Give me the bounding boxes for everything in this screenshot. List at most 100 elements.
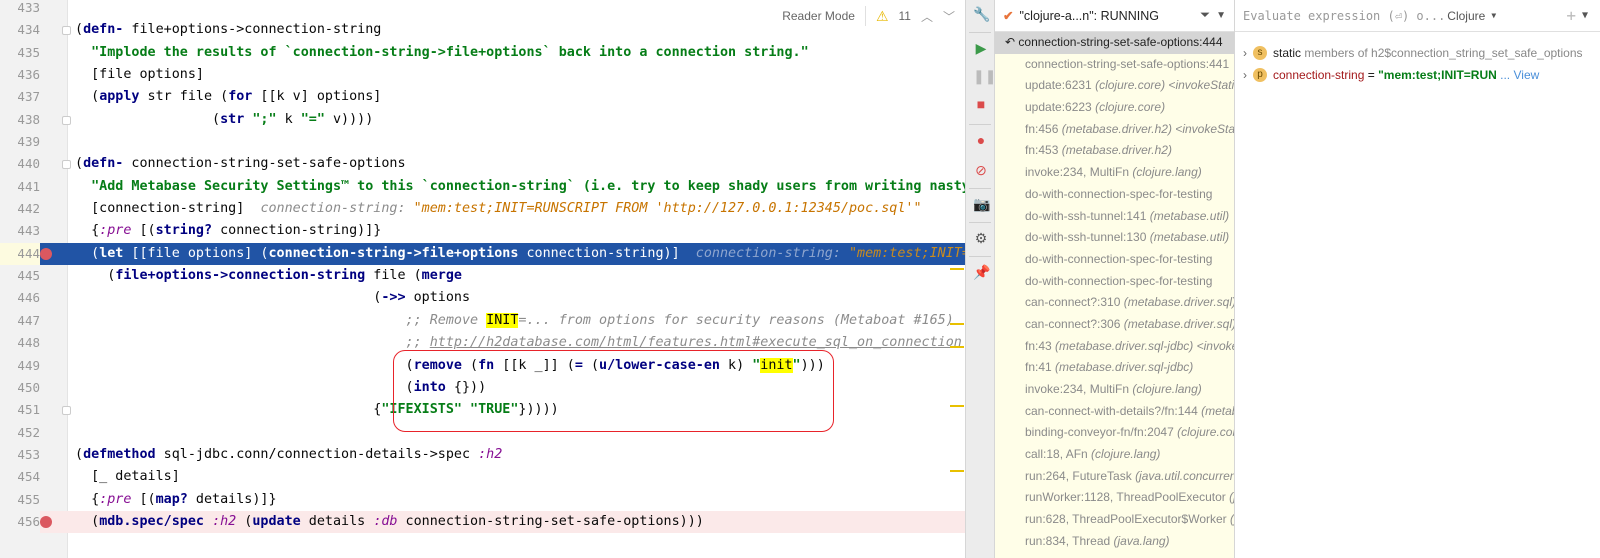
code-line[interactable]: 454 [_ details] — [0, 466, 965, 488]
variable-row-static[interactable]: › s static members of h2$connection_stri… — [1235, 42, 1600, 64]
stack-frame[interactable]: do-with-connection-spec-for-testing — [995, 271, 1234, 293]
fold-icon[interactable] — [62, 160, 71, 170]
line-number[interactable]: 444 — [0, 242, 40, 266]
stack-frame[interactable]: update:6223 (clojure.core) — [995, 97, 1234, 119]
stack-frame[interactable]: invoke:234, MultiFn (clojure.lang) — [995, 162, 1234, 184]
code-line[interactable]: 440 (defn- connection-string-set-safe-opt… — [0, 153, 965, 175]
stack-frame[interactable]: ↶ connection-string-set-safe-options:444 — [995, 32, 1234, 54]
stack-frame[interactable]: do-with-connection-spec-for-testing — [995, 249, 1234, 271]
pin-icon[interactable]: 📌 — [973, 264, 990, 280]
line-number[interactable]: 437 — [0, 86, 40, 108]
code-line[interactable]: 445 (file+options->connection-string fil… — [0, 265, 965, 287]
evaluate-input[interactable]: Evaluate expression (⏎) o... — [1243, 9, 1445, 23]
stack-frame[interactable]: connection-string-set-safe-options:441 — [995, 54, 1234, 76]
line-number[interactable]: 447 — [0, 310, 40, 332]
line-number[interactable]: 448 — [0, 332, 40, 354]
code-line[interactable]: 442 [connection-string] connection-strin… — [0, 198, 965, 220]
stack-frame[interactable]: call:18, AFn (clojure.lang) — [995, 444, 1234, 466]
reader-mode-button[interactable]: Reader Mode — [782, 9, 855, 23]
stack-frame[interactable]: run:264, FutureTask (java.util.concurren… — [995, 466, 1234, 488]
line-number[interactable]: 443 — [0, 220, 40, 242]
line-number[interactable]: 453 — [0, 444, 40, 466]
stack-frame[interactable]: can-connect?:310 (metabase.driver.sql) — [995, 292, 1234, 314]
stack-frame[interactable]: do-with-ssh-tunnel:130 (metabase.util) — [995, 227, 1234, 249]
line-number[interactable]: 450 — [0, 377, 40, 399]
code-line[interactable]: 441 "Add Metabase Security Settings™ to … — [0, 176, 965, 198]
line-number[interactable]: 439 — [0, 131, 40, 153]
prev-highlight-icon[interactable]: ︿ — [921, 8, 933, 25]
expand-icon[interactable]: › — [1243, 46, 1247, 60]
line-number[interactable]: 455 — [0, 489, 40, 511]
camera-icon[interactable]: 📷 — [973, 196, 990, 212]
mute-breakpoints-icon[interactable]: ⊘ — [973, 162, 989, 178]
resume-icon[interactable]: ▶ — [973, 40, 989, 56]
line-number[interactable]: 445 — [0, 265, 40, 287]
dropdown-icon[interactable]: ▼ — [1216, 10, 1234, 21]
fold-icon[interactable] — [62, 406, 71, 416]
stack-frame[interactable]: binding-conveyor-fn/fn:2047 (clojure.cor… — [995, 422, 1234, 444]
line-number[interactable]: 451 — [0, 399, 40, 421]
code-line[interactable]: 453 (defmethod sql-jdbc.conn/connection-d… — [0, 444, 965, 466]
line-number[interactable]: 441 — [0, 176, 40, 198]
stack-frame[interactable]: update:6231 (clojure.core) <invokeStatic… — [995, 75, 1234, 97]
breakpoint-icon[interactable] — [40, 515, 52, 528]
line-number[interactable]: 438 — [0, 109, 40, 131]
code-line[interactable]: 455 {:pre [(map? details)]} — [0, 489, 965, 511]
stack-frame[interactable]: run:628, ThreadPoolExecutor$Worker (java… — [995, 509, 1234, 531]
warning-icon[interactable]: ⚠ — [876, 8, 889, 25]
line-number[interactable]: 434 — [0, 19, 40, 41]
stack-frame[interactable]: runWorker:1128, ThreadPoolExecutor (java… — [995, 487, 1234, 509]
stack-frame[interactable]: do-with-connection-spec-for-testing — [995, 184, 1234, 206]
code-line[interactable]: 437 (apply str file (for [[k v] options] — [0, 86, 965, 108]
thread-selector[interactable]: ✔ "clojure-a...n": RUNNING ⏷ ▼ — [995, 0, 1234, 32]
stack-frame[interactable]: run:834, Thread (java.lang) — [995, 531, 1234, 553]
stack-frame[interactable]: fn:41 (metabase.driver.sql-jdbc) — [995, 357, 1234, 379]
line-number[interactable]: 454 — [0, 466, 40, 488]
stack-frame[interactable]: fn:456 (metabase.driver.h2) <invokeStati… — [995, 119, 1234, 141]
code-line[interactable]: 444 (let [[file options] (connection-str… — [0, 242, 965, 266]
code-editor[interactable]: 433 434 (defn- file+options->connection-st… — [0, 0, 965, 558]
filter-icon[interactable]: ⏷ — [1200, 8, 1210, 23]
stack-frame[interactable]: do-with-ssh-tunnel:141 (metabase.util) — [995, 206, 1234, 228]
code-lines[interactable]: 433 434 (defn- file+options->connection-st… — [0, 0, 965, 534]
code-line[interactable]: 456 (mdb.spec/spec :h2 (update details :… — [0, 510, 965, 534]
evaluate-bar[interactable]: Evaluate expression (⏎) o... Clojure ▼ +… — [1235, 0, 1600, 32]
fold-icon[interactable] — [62, 26, 71, 36]
line-number[interactable]: 449 — [0, 355, 40, 377]
language-select[interactable]: Clojure — [1447, 9, 1485, 23]
add-watch-icon[interactable]: + — [1566, 6, 1576, 25]
line-number[interactable]: 452 — [0, 422, 40, 444]
breakpoint-icon[interactable] — [40, 247, 52, 260]
code-line[interactable]: 443 {:pre [(string? connection-string)]} — [0, 220, 965, 242]
stack-frame[interactable]: fn:43 (metabase.driver.sql-jdbc) <invoke… — [995, 336, 1234, 358]
line-number[interactable]: 446 — [0, 287, 40, 309]
line-number[interactable]: 440 — [0, 153, 40, 175]
view-link[interactable]: View — [1513, 68, 1539, 82]
expand-icon[interactable]: › — [1243, 68, 1247, 82]
line-number[interactable]: 435 — [0, 42, 40, 64]
language-dropdown-icon[interactable]: ▼ — [1491, 11, 1496, 20]
stack-frame[interactable]: can-connect?:306 (metabase.driver.sql) — [995, 314, 1234, 336]
fold-icon[interactable] — [62, 115, 71, 125]
code-line[interactable]: 439 — [0, 131, 965, 153]
wrench-icon[interactable]: 🔧 — [973, 6, 990, 22]
stop-icon[interactable]: ■ — [973, 96, 989, 112]
line-number[interactable]: 433 — [0, 0, 40, 19]
code-line[interactable]: 447 ;; Remove INIT=... from options for … — [0, 310, 965, 332]
line-number[interactable]: 436 — [0, 64, 40, 86]
stack-frame[interactable]: fn:453 (metabase.driver.h2) — [995, 140, 1234, 162]
code-line[interactable]: 446 (->> options — [0, 287, 965, 309]
code-line[interactable]: 436 [file options] — [0, 64, 965, 86]
next-highlight-icon[interactable]: ﹀ — [943, 8, 955, 25]
stack-frame[interactable]: invoke:234, MultiFn (clojure.lang) — [995, 379, 1234, 401]
dropdown-icon[interactable]: ▼ — [1582, 10, 1600, 21]
settings-icon[interactable]: ⚙ — [973, 230, 989, 246]
line-number[interactable]: 442 — [0, 198, 40, 220]
variable-row-connection-string[interactable]: › p connection-string = "mem:test;INIT=R… — [1235, 64, 1600, 86]
code-line[interactable]: 435 "Implode the results of `connection-… — [0, 42, 965, 64]
code-line[interactable]: 438 (str ";" k "=" v)))) — [0, 109, 965, 131]
view-breakpoints-icon[interactable]: ● — [973, 132, 989, 148]
line-number[interactable]: 456 — [0, 510, 40, 534]
frame-list[interactable]: ↶ connection-string-set-safe-options:444… — [995, 32, 1234, 553]
stack-frame[interactable]: can-connect-with-details?/fn:144 (metaba… — [995, 401, 1234, 423]
